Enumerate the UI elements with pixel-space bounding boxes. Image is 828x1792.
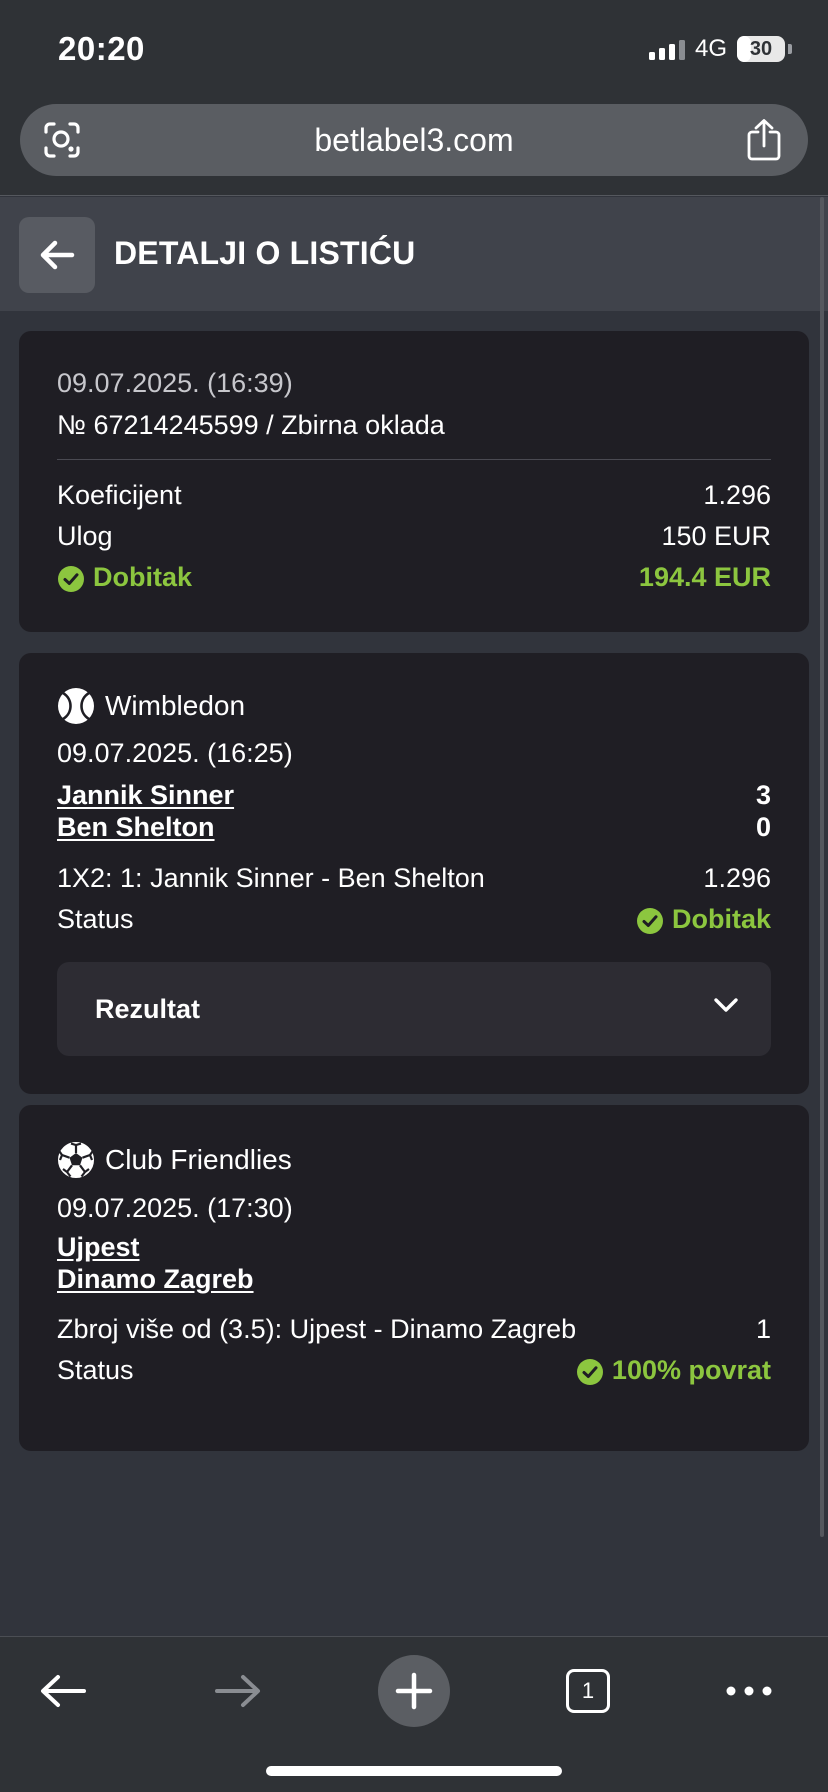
stake-row: Ulog 150 EUR (57, 521, 771, 552)
status-value-group: 100% povrat (576, 1355, 771, 1386)
win-label: Dobitak (93, 562, 193, 592)
odds-label: Koeficijent (57, 480, 182, 510)
share-icon[interactable] (746, 118, 782, 162)
chevron-down-icon[interactable] (713, 996, 739, 1014)
browser-back-button[interactable] (23, 1651, 103, 1731)
check-circle-icon (58, 565, 84, 592)
status-value: 100% povrat (611, 1355, 771, 1385)
team-away-link[interactable]: Dinamo Zagreb (57, 1264, 254, 1295)
event-card-wimbledon: Wimbledon 09.07.2025. (16:25) Jannik Sin… (19, 653, 809, 1094)
status-label: Status (57, 1355, 134, 1385)
team-home-link[interactable]: Ujpest (57, 1232, 140, 1263)
check-circle-icon (576, 1358, 603, 1385)
page-header: DETALJI O LISTIĆU (0, 197, 828, 311)
back-arrow-icon (41, 1675, 86, 1707)
league-header: Wimbledon (57, 687, 245, 725)
status-value-group: Dobitak (636, 904, 771, 935)
status-row: Status Dobitak (57, 904, 771, 935)
status-indicators: 4G 30 (648, 34, 792, 64)
market-label: Zbroj više od (3.5): Ujpest - Dinamo Zag… (57, 1314, 577, 1344)
event-date: 09.07.2025. (16:25) (57, 738, 293, 768)
network-type: 4G (694, 35, 727, 62)
team-row-away: Ben Shelton 0 (57, 812, 771, 843)
address-bar[interactable]: betlabel3.com (20, 104, 808, 176)
event-card-club-friendlies: Club Friendlies 09.07.2025. (17:30) Ujpe… (19, 1105, 809, 1451)
league-header: Club Friendlies (57, 1141, 292, 1179)
league-name: Club Friendlies (105, 1144, 292, 1175)
more-icon (726, 1686, 772, 1696)
team-row-away: Dinamo Zagreb (57, 1264, 771, 1295)
result-label: Rezultat (95, 994, 201, 1024)
result-accordion[interactable]: Rezultat (57, 962, 771, 1056)
ticket-summary-card: 09.07.2025. (16:39) № 67214245599 / Zbir… (19, 331, 809, 632)
odds-row: Koeficijent 1.296 (57, 480, 771, 511)
tabs-icon: 1 (566, 1669, 610, 1713)
tennis-ball-icon (58, 688, 94, 724)
scrollbar[interactable] (820, 197, 824, 1537)
market-odds: 1 (755, 1314, 771, 1344)
ticket-number: № 67214245599 / Zbirna oklada (57, 410, 445, 440)
team-home-link[interactable]: Jannik Sinner (57, 780, 234, 811)
more-button[interactable] (709, 1651, 789, 1731)
check-circle-icon (636, 907, 663, 934)
ticket-date: 09.07.2025. (16:39) (57, 368, 293, 398)
event-date: 09.07.2025. (17:30) (57, 1193, 293, 1223)
plus-icon (395, 1672, 433, 1710)
status-row: Status 100% povrat (57, 1355, 771, 1386)
win-row: Dobitak 194.4 EUR (57, 562, 771, 593)
browser-address-area: betlabel3.com (0, 100, 828, 196)
odds-value: 1.296 (703, 480, 771, 510)
page-title: DETALJI O LISTIĆU (114, 235, 416, 271)
win-value: 194.4 EUR (638, 562, 771, 592)
signal-icon (648, 38, 685, 60)
status-time: 20:20 (58, 30, 145, 67)
team-away-link[interactable]: Ben Shelton (57, 812, 215, 843)
stake-value: 150 EUR (661, 521, 771, 551)
win-label-group: Dobitak (57, 562, 192, 593)
market-row: 1X2: 1: Jannik Sinner - Ben Shelton 1.29… (57, 863, 771, 894)
score-home: 3 (755, 780, 771, 810)
team-row-home: Jannik Sinner 3 (57, 780, 771, 811)
url-text[interactable]: betlabel3.com (20, 122, 808, 159)
browser-page: 20:20 4G 30 betlabel3.com DETALJI O LIST… (0, 0, 828, 1792)
home-indicator[interactable] (266, 1766, 562, 1776)
market-label: 1X2: 1: Jannik Sinner - Ben Shelton (57, 863, 485, 893)
status-bar: 20:20 4G 30 (0, 0, 828, 100)
soccer-ball-icon (58, 1142, 94, 1178)
stake-label: Ulog (57, 521, 113, 551)
new-tab-button[interactable] (378, 1655, 450, 1727)
battery-percent: 30 (749, 38, 773, 60)
back-button[interactable] (19, 217, 95, 293)
browser-forward-button[interactable] (198, 1651, 278, 1731)
team-row-home: Ujpest (57, 1232, 771, 1263)
forward-arrow-icon (215, 1675, 260, 1707)
status-label: Status (57, 904, 134, 934)
tabs-button[interactable]: 1 (548, 1651, 628, 1731)
tab-count: 1 (581, 1678, 595, 1703)
status-value: Dobitak (671, 904, 771, 934)
arrow-left-icon (40, 240, 75, 270)
battery-nub (788, 44, 792, 54)
score-away: 0 (755, 812, 771, 842)
divider (57, 459, 771, 460)
battery-icon: 30 (737, 36, 785, 62)
market-odds: 1.296 (703, 863, 771, 893)
league-name: Wimbledon (105, 690, 246, 721)
market-row: Zbroj više od (3.5): Ujpest - Dinamo Zag… (57, 1314, 771, 1345)
